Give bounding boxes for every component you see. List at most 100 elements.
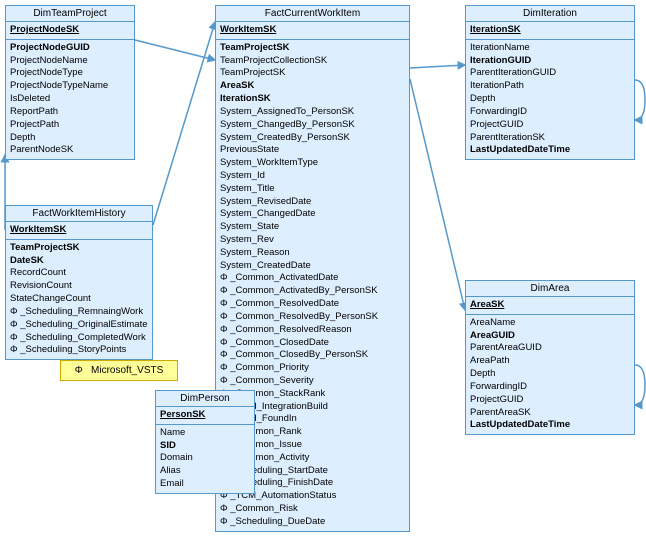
field-ParentAreaSK: ParentAreaSK <box>470 407 630 420</box>
field-LastUpdatedDateTime-iter: LastUpdatedDateTime <box>470 144 630 157</box>
field-ForwardingID-area: ForwardingID <box>470 381 630 394</box>
fields-DimPerson: Name SID Domain Alias Email <box>156 425 254 493</box>
field-RecordCount: RecordCount <box>10 267 148 280</box>
field-SID: SID <box>160 440 250 453</box>
field-ParentAreaGUID: ParentAreaGUID <box>470 342 630 355</box>
field-ProjectGUID-iter: ProjectGUID <box>470 119 630 132</box>
field-Name: Name <box>160 427 250 440</box>
field-IsDeleted: IsDeleted <box>10 93 130 106</box>
field-Depth-iter: Depth <box>470 93 630 106</box>
pk-section-DimTeamProject: ProjectNodeSK <box>6 22 134 40</box>
table-title-DimTeamProject: DimTeamProject <box>6 6 134 22</box>
field-System_AssignedTo: System_AssignedTo_PersonSK <box>220 106 405 119</box>
field-System_Id: System_Id <box>220 170 405 183</box>
field-Email: Email <box>160 478 250 491</box>
table-DimPerson: DimPerson PersonSK Name SID Domain Alias… <box>155 390 255 494</box>
field-ProjectGUID-area: ProjectGUID <box>470 394 630 407</box>
field-ProjectNodeGUID: ProjectNodeGUID <box>10 42 130 55</box>
field-TeamProjectSK-hist: TeamProjectSK <box>10 242 148 255</box>
conn-fact-area <box>410 79 465 310</box>
field-ProjectNodeSK: ProjectNodeSK <box>10 24 130 37</box>
fields-DimArea: AreaName AreaGUID ParentAreaGUID AreaPat… <box>466 315 634 434</box>
fields-FactWorkItemHistory: TeamProjectSK DateSK RecordCount Revisio… <box>6 240 152 359</box>
field-System_ChangedBy: System_ChangedBy_PersonSK <box>220 119 405 132</box>
field-System_CreatedDate: System_CreatedDate <box>220 260 405 273</box>
pk-section-FactCurrentWorkItem: WorkItemSK <box>216 22 409 40</box>
conn-hist-fact <box>153 22 215 225</box>
field-AreaSK: AreaSK <box>470 299 630 312</box>
fields-DimIteration: IterationName IterationGUID ParentIterat… <box>466 40 634 159</box>
field-IterationName: IterationName <box>470 42 630 55</box>
field-TeamProjectCollectionSK: TeamProjectCollectionSK <box>220 55 405 68</box>
table-FactWorkItemHistory: FactWorkItemHistory WorkItemSK TeamProje… <box>5 205 153 360</box>
table-DimIteration: DimIteration IterationSK IterationName I… <box>465 5 635 160</box>
field-RevisionCount: RevisionCount <box>10 280 148 293</box>
field-System_ChangedDate: System_ChangedDate <box>220 208 405 221</box>
field-ParentIterationSK: ParentIterationSK <box>470 132 630 145</box>
field-AreaName: AreaName <box>470 317 630 330</box>
field-System_CreatedBy: System_CreatedBy_PersonSK <box>220 132 405 145</box>
field-AreaSK-fct: AreaSK <box>220 80 405 93</box>
conn-teamproject-fact <box>135 40 215 60</box>
field-WorkItemSK-fct: WorkItemSK <box>220 24 405 37</box>
field-AreaGUID: AreaGUID <box>470 330 630 343</box>
field-Depth-area: Depth <box>470 368 630 381</box>
field-AreaPath: AreaPath <box>470 355 630 368</box>
pk-section-DimArea: AreaSK <box>466 297 634 315</box>
field-WorkItemSK-hist: WorkItemSK <box>10 224 148 237</box>
field-Common_ActivatedDate: Φ _Common_ActivatedDate <box>220 272 405 285</box>
field-IterationSK: IterationSK <box>470 24 630 37</box>
field-System_Rev: System_Rev <box>220 234 405 247</box>
table-DimTeamProject: DimTeamProject ProjectNodeSK ProjectNode… <box>5 5 135 160</box>
field-Common_ResolvedBy: Φ _Common_ResolvedBy_PersonSK <box>220 311 405 324</box>
field-Scheduling_DueDate: Φ _Scheduling_DueDate <box>220 516 405 529</box>
field-PreviousState: PreviousState <box>220 144 405 157</box>
field-Scheduling_OriginalEstimate: Φ _Scheduling_OriginalEstimate <box>10 319 148 332</box>
field-IterationPath: IterationPath <box>470 80 630 93</box>
table-title-DimPerson: DimPerson <box>156 391 254 407</box>
field-Domain: Domain <box>160 452 250 465</box>
field-System_State: System_State <box>220 221 405 234</box>
table-title-DimArea: DimArea <box>466 281 634 297</box>
field-Common_Priority: Φ _Common_Priority <box>220 362 405 375</box>
field-StateChangeCount: StateChangeCount <box>10 293 148 306</box>
table-title-FactCurrentWorkItem: FactCurrentWorkItem <box>216 6 409 22</box>
pk-section-DimIteration: IterationSK <box>466 22 634 40</box>
field-IterationGUID: IterationGUID <box>470 55 630 68</box>
field-ProjectNodeTypeName: ProjectNodeTypeName <box>10 80 130 93</box>
field-TeamProjectSK-fct: TeamProjectSK <box>220 42 405 55</box>
conn-fact-iteration <box>410 65 465 68</box>
table-title-FactWorkItemHistory: FactWorkItemHistory <box>6 206 152 222</box>
table-DimArea: DimArea AreaSK AreaName AreaGUID ParentA… <box>465 280 635 435</box>
field-System_Reason: System_Reason <box>220 247 405 260</box>
pk-section-FactWorkItemHistory: WorkItemSK <box>6 222 152 240</box>
field-IterationSK-fct: IterationSK <box>220 93 405 106</box>
field-Common_Risk: Φ _Common_Risk <box>220 503 405 516</box>
microsoft-vsts-box: Φ Microsoft_VSTS <box>60 360 178 381</box>
field-Scheduling_StoryPoints: Φ _Scheduling_StoryPoints <box>10 344 148 357</box>
field-TeamProjectSK2: TeamProjectSK <box>220 67 405 80</box>
field-Scheduling_CompletedWork: Φ _Scheduling_CompletedWork <box>10 332 148 345</box>
field-Scheduling_RemnaingWork: Φ _Scheduling_RemnaingWork <box>10 306 148 319</box>
diagram-container: DimTeamProject ProjectNodeSK ProjectNode… <box>0 0 646 540</box>
pk-section-DimPerson: PersonSK <box>156 407 254 425</box>
conn-iteration-self <box>635 80 645 120</box>
field-Depth: Depth <box>10 132 130 145</box>
fields-DimTeamProject: ProjectNodeGUID ProjectNodeName ProjectN… <box>6 40 134 159</box>
field-Common_ResolvedReason: Φ _Common_ResolvedReason <box>220 324 405 337</box>
field-PersonSK: PersonSK <box>160 409 250 422</box>
field-System_Title: System_Title <box>220 183 405 196</box>
field-System_RevisedDate: System_RevisedDate <box>220 196 405 209</box>
field-ParentNodeSK: ParentNodeSK <box>10 144 130 157</box>
field-Common_ClosedBy: Φ _Common_ClosedBy_PersonSK <box>220 349 405 362</box>
field-ProjectPath: ProjectPath <box>10 119 130 132</box>
microsoft-vsts-label: Φ Microsoft_VSTS <box>75 365 164 376</box>
field-LastUpdatedDateTime-area: LastUpdatedDateTime <box>470 419 630 432</box>
field-ParentIterationGUID: ParentIterationGUID <box>470 67 630 80</box>
field-ForwardingID-iter: ForwardingID <box>470 106 630 119</box>
field-ProjectNodeType: ProjectNodeType <box>10 67 130 80</box>
field-ProjectNodeName: ProjectNodeName <box>10 55 130 68</box>
field-Common_ResolvedDate: Φ _Common_ResolvedDate <box>220 298 405 311</box>
field-DateSK: DateSK <box>10 255 148 268</box>
field-Common_ActivatedBy: Φ _Common_ActivatedBy_PersonSK <box>220 285 405 298</box>
